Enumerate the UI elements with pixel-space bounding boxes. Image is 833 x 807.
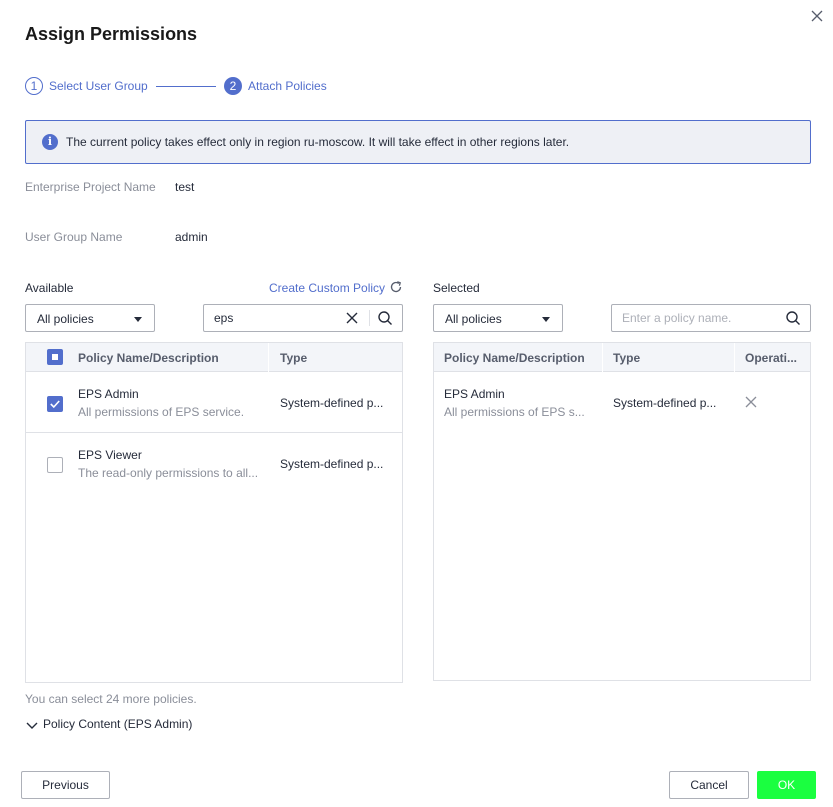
remove-icon[interactable] <box>744 395 758 409</box>
policy-type: System-defined p... <box>280 396 384 410</box>
policy-name: EPS Admin <box>444 387 505 401</box>
enterprise-project-label: Enterprise Project Name <box>25 180 156 194</box>
step-connector <box>156 86 216 87</box>
available-filter-select[interactable]: All policies <box>25 304 155 332</box>
selected-filter-value: All policies <box>445 312 502 326</box>
column-separator <box>602 343 603 372</box>
available-filter-value: All policies <box>37 312 94 326</box>
policy-type: System-defined p... <box>280 457 384 471</box>
user-group-label: User Group Name <box>25 230 123 244</box>
cancel-button[interactable]: Cancel <box>669 771 749 799</box>
policy-name: EPS Admin <box>78 387 139 401</box>
selected-filter-select[interactable]: All policies <box>433 304 563 332</box>
column-header-operation[interactable]: Operati... <box>745 351 805 365</box>
enterprise-project-value: test <box>175 180 195 194</box>
caret-down-icon <box>542 317 550 322</box>
close-icon[interactable] <box>808 7 826 25</box>
policy-description: All permissions of EPS s... <box>444 405 585 419</box>
search-icon[interactable] <box>377 310 393 326</box>
selected-label: Selected <box>433 281 480 295</box>
select-all-checkbox[interactable] <box>47 349 63 365</box>
previous-button[interactable]: Previous <box>21 771 110 799</box>
check-icon <box>50 400 60 409</box>
selected-search[interactable] <box>611 304 811 332</box>
available-search[interactable] <box>203 304 403 332</box>
table-row[interactable]: EPS Admin All permissions of EPS service… <box>26 373 402 433</box>
table-row: EPS Admin All permissions of EPS s... Sy… <box>434 373 810 433</box>
available-search-input[interactable] <box>204 305 340 331</box>
step-2-number: 2 <box>224 77 242 95</box>
refresh-icon[interactable] <box>389 280 403 294</box>
policy-type: System-defined p... <box>613 396 717 410</box>
info-icon: i <box>42 134 58 150</box>
selected-table-header: Policy Name/Description Type Operati... <box>434 343 810 372</box>
search-divider <box>369 310 370 326</box>
user-group-value: admin <box>175 230 208 244</box>
caret-down-icon <box>134 317 142 322</box>
column-header-type[interactable]: Type <box>280 351 307 365</box>
step-2-label: Attach Policies <box>248 79 327 93</box>
policy-description: The read-only permissions to all... <box>78 466 259 480</box>
available-policies-table: Policy Name/Description Type EPS Admin A… <box>25 342 403 683</box>
ok-button[interactable]: OK <box>757 771 816 799</box>
available-table-header: Policy Name/Description Type <box>26 343 402 372</box>
selection-hint: You can select 24 more policies. <box>25 692 197 706</box>
table-row[interactable]: EPS Viewer The read-only permissions to … <box>26 434 402 494</box>
column-header-type[interactable]: Type <box>613 351 640 365</box>
policy-content-label: Policy Content (EPS Admin) <box>43 717 193 731</box>
available-label: Available <box>25 281 74 295</box>
create-custom-policy-link[interactable]: Create Custom Policy <box>269 281 385 295</box>
clear-icon[interactable] <box>345 311 359 325</box>
chevron-down-icon <box>26 722 38 729</box>
selected-policies-table: Policy Name/Description Type Operati... … <box>433 342 811 681</box>
dialog-title: Assign Permissions <box>25 24 198 44</box>
row-checkbox-unchecked[interactable] <box>47 457 63 473</box>
row-checkbox-checked[interactable] <box>47 396 63 412</box>
policy-description: All permissions of EPS service. <box>78 405 245 419</box>
column-separator <box>734 343 735 372</box>
step-1-number: 1 <box>25 77 43 95</box>
column-separator <box>268 343 269 372</box>
column-header-name[interactable]: Policy Name/Description <box>78 351 219 365</box>
search-icon[interactable] <box>785 310 801 326</box>
alert-text: The current policy takes effect only in … <box>66 135 570 149</box>
selected-search-input[interactable] <box>612 305 777 331</box>
step-1-label[interactable]: Select User Group <box>49 79 148 93</box>
column-header-name[interactable]: Policy Name/Description <box>444 351 585 365</box>
policy-name: EPS Viewer <box>78 448 142 462</box>
